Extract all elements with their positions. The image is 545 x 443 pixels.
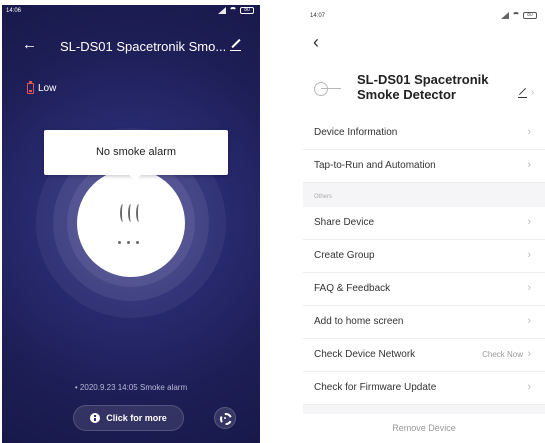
menu-item-firmware-update[interactable]: Check for Firmware Update ›: [303, 372, 545, 405]
section-others: Others: [303, 183, 545, 207]
alarm-status-text: No smoke alarm: [95, 146, 177, 158]
alarm-status-tooltip: No smoke alarm: [44, 130, 228, 181]
chevron-right-icon: ›: [527, 348, 531, 360]
click-for-more-label: Click for more: [106, 413, 167, 423]
battery-status-label: Low: [38, 83, 57, 94]
menu-item-faq-feedback[interactable]: FAQ & Feedback ›: [303, 273, 545, 306]
menu-item-create-group[interactable]: Create Group ›: [303, 240, 545, 273]
menu-item-label: Check Device Network: [314, 349, 416, 360]
chevron-right-icon: ›: [527, 216, 531, 228]
signal-icon: [501, 12, 509, 19]
device-settings-screen: 14:07 80 ‹ SL-DS01 Spacetronik Smoke Det…: [303, 10, 545, 443]
menu-item-label: FAQ & Feedback: [314, 283, 391, 294]
remove-device-button[interactable]: Remove Device: [303, 414, 545, 442]
status-time: 14:07: [310, 13, 326, 19]
info-icon: [90, 413, 101, 423]
menu-item-label: Check for Firmware Update: [314, 382, 437, 393]
signal-icon: [218, 7, 226, 14]
alarm-log-line: • 2020.9.23 14:05 Smoke alarm: [2, 383, 260, 392]
menu-item-tap-to-run[interactable]: Tap-to-Run and Automation ›: [303, 150, 545, 183]
gear-icon[interactable]: [214, 407, 236, 429]
chevron-left-icon[interactable]: ‹: [313, 33, 319, 51]
dots-icon: [118, 241, 139, 244]
pencil-icon[interactable]: [518, 87, 530, 99]
menu-item-label: Share Device: [314, 217, 375, 228]
pencil-icon[interactable]: [230, 37, 242, 51]
chevron-right-icon: ›: [527, 159, 531, 171]
section-label: Others: [314, 194, 333, 200]
chevron-right-icon: ›: [527, 381, 531, 393]
device-name: SL-DS01 Spacetronik Smoke Detector: [357, 72, 489, 102]
status-bar: 14:07 80: [303, 10, 545, 22]
chevron-right-icon: ›: [527, 282, 531, 294]
chevron-right-icon: ›: [531, 87, 535, 98]
menu-item-share-device[interactable]: Share Device ›: [303, 207, 545, 240]
wifi-icon: [229, 7, 237, 14]
click-for-more-button[interactable]: Click for more: [73, 405, 184, 431]
battery-icon: 80: [240, 7, 254, 14]
smoke-detector-icon: [314, 79, 342, 97]
battery-status: Low: [27, 81, 57, 94]
chevron-right-icon: ›: [527, 249, 531, 261]
header: ← SL-DS01 Spacetronik Smo...: [2, 35, 260, 61]
smoke-icon: [120, 204, 144, 226]
menu-item-label: Add to home screen: [314, 316, 404, 327]
chevron-right-icon: ›: [527, 126, 531, 138]
menu-item-label: Create Group: [314, 250, 375, 261]
device-panel-screen: 14:06 80 ← SL-DS01 Spacetronik Smo... Lo…: [2, 5, 260, 443]
check-now-link[interactable]: Check Now: [482, 350, 523, 359]
menu-item-label: Device Information: [314, 127, 398, 138]
settings-list: Device Information › Tap-to-Run and Auto…: [303, 117, 545, 442]
battery-low-icon: [27, 81, 34, 94]
arrow-left-icon[interactable]: ←: [22, 37, 37, 52]
menu-item-label: Tap-to-Run and Automation: [314, 160, 436, 171]
status-bar: 14:06 80: [2, 5, 260, 19]
battery-icon: 80: [523, 12, 537, 19]
menu-item-add-to-home[interactable]: Add to home screen ›: [303, 306, 545, 339]
page-title: SL-DS01 Spacetronik Smo...: [60, 39, 227, 54]
menu-item-check-network[interactable]: Check Device Network Check Now ›: [303, 339, 545, 372]
wifi-icon: [512, 12, 520, 19]
divider: [303, 405, 545, 414]
status-time: 14:06: [6, 8, 22, 14]
bullet-icon: •: [74, 383, 78, 392]
alarm-log-text: 2020.9.23 14:05 Smoke alarm: [79, 383, 188, 392]
menu-item-device-information[interactable]: Device Information ›: [303, 117, 545, 150]
chevron-right-icon: ›: [527, 315, 531, 327]
device-header[interactable]: SL-DS01 Spacetronik Smoke Detector ›: [303, 65, 545, 121]
